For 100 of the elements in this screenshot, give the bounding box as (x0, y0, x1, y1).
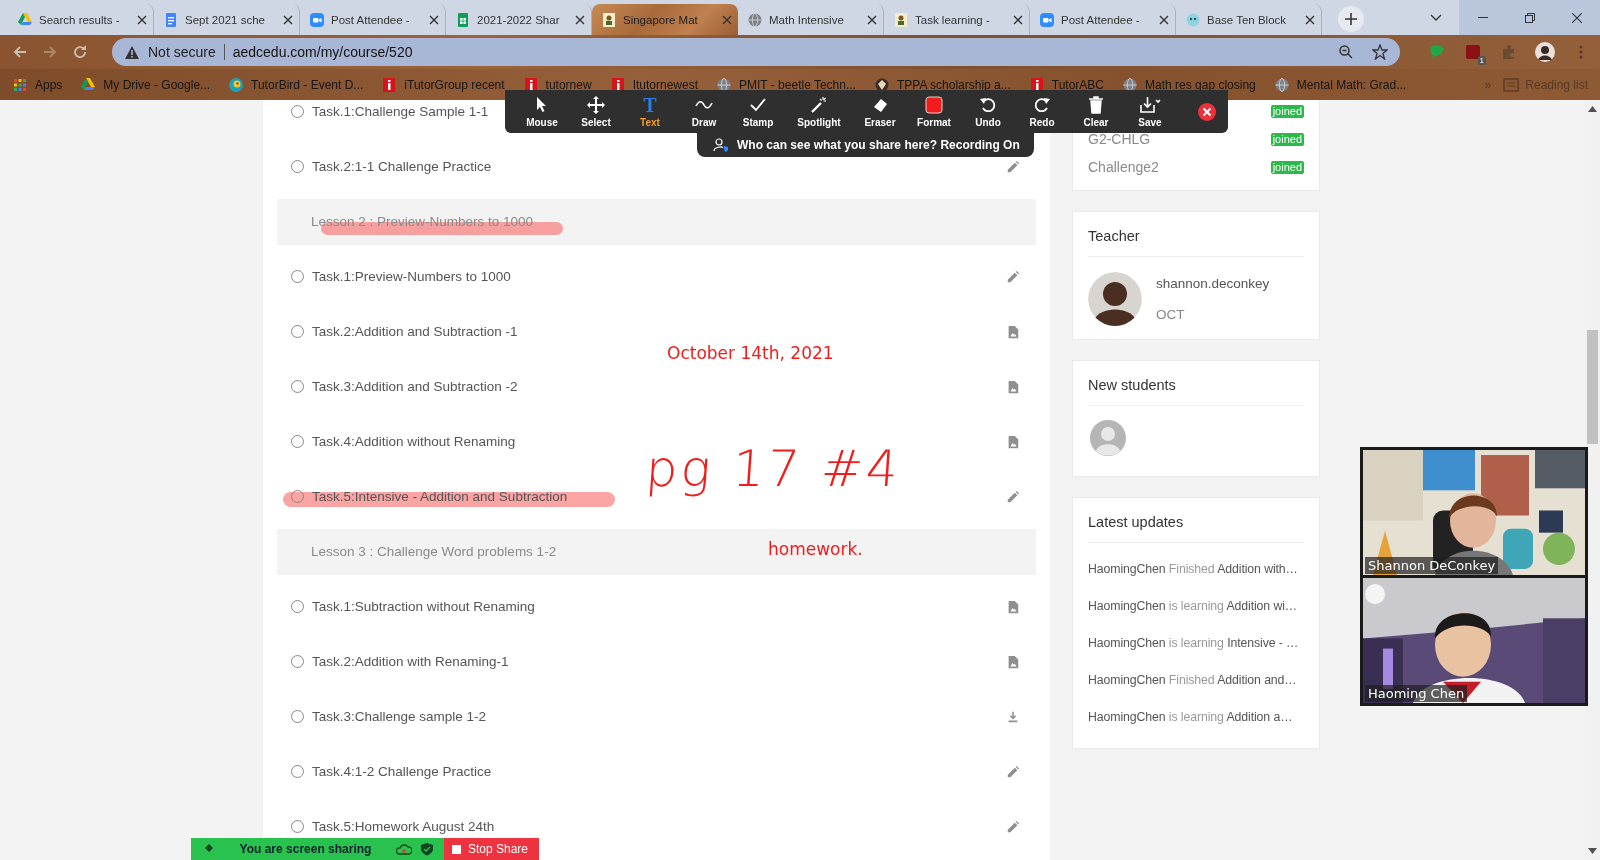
tool-button[interactable]: Clear (1069, 91, 1123, 132)
joined-badge: joined (1270, 160, 1304, 174)
card-title: Teacher (1088, 212, 1304, 257)
group-name[interactable]: Challenge2 (1088, 159, 1159, 175)
update-entry[interactable]: HaomingChen is learning Addition a… (1088, 699, 1304, 736)
letter-logo-icon (522, 76, 539, 93)
task-link[interactable]: Task.2:1-1 Challenge Practice (312, 159, 492, 174)
forward-arrow-icon[interactable] (42, 44, 58, 60)
triangle-logo-icon (80, 76, 97, 93)
tool-button[interactable]: Undo (961, 91, 1015, 132)
pencil-icon[interactable] (1006, 159, 1020, 174)
close-icon[interactable] (283, 14, 293, 25)
shield-icon[interactable] (420, 842, 434, 856)
back-arrow-icon[interactable] (12, 44, 28, 60)
task-link[interactable]: Task.2:Addition with Renaming-1 (312, 654, 509, 669)
globe-icon (1273, 76, 1290, 93)
text-tool-icon: T (643, 95, 657, 115)
image-file-icon[interactable] (1006, 434, 1020, 449)
lesson-title: Lesson 3 : Challenge Word problems 1-2 (311, 544, 557, 559)
participant-name: Shannon DeConkey (1365, 557, 1499, 574)
certificate-icon (601, 11, 617, 28)
task-link[interactable]: Task.2:Addition and Subtraction -1 (312, 324, 518, 339)
address-bar[interactable]: Not secure aedcedu.com/my/course/520 (112, 38, 1400, 66)
redo-icon (1032, 95, 1052, 115)
profile-avatar[interactable] (1534, 41, 1556, 63)
close-icon[interactable] (429, 14, 439, 25)
pencil-icon[interactable] (1006, 819, 1020, 834)
star-icon[interactable] (1372, 44, 1388, 60)
task-link[interactable]: Task.1:Subtraction without Renaming (312, 599, 535, 614)
document-icon (163, 11, 179, 28)
person-shield-icon (713, 137, 729, 153)
card-title: New students (1088, 361, 1304, 406)
task-link[interactable]: Task.4:1-2 Challenge Practice (312, 764, 492, 779)
letter-logo-icon (609, 76, 626, 93)
color-swatch-icon (924, 95, 944, 115)
tool-button[interactable]: Save (1123, 91, 1177, 132)
triangle-logo-icon (17, 11, 33, 28)
card-title: Latest updates (1088, 498, 1304, 543)
pencil-icon[interactable] (1006, 764, 1020, 779)
sharing-status-text: You are screen sharing (238, 842, 373, 856)
task-link[interactable]: Task.1:Preview-Numbers to 1000 (312, 269, 511, 284)
tool-button[interactable]: Redo (1015, 91, 1069, 132)
annotation-text: October 14th, 2021 (667, 343, 834, 363)
image-file-icon[interactable] (1006, 324, 1020, 339)
task-link[interactable]: Task.5:Homework August 24th (312, 819, 495, 834)
tool-button[interactable]: Mouse (515, 91, 569, 132)
security-label[interactable]: Not secure (148, 44, 216, 60)
reload-icon[interactable] (72, 44, 88, 60)
group-name[interactable]: G2-CHLG (1088, 131, 1151, 147)
image-file-icon[interactable] (1006, 654, 1020, 669)
certificate-icon (893, 11, 909, 28)
task-link[interactable]: Task.1:Challenge Sample 1-1 (312, 104, 489, 119)
restore-icon[interactable] (1524, 12, 1535, 23)
tool-button[interactable]: Draw (677, 91, 731, 132)
close-icon[interactable] (1305, 14, 1315, 25)
stop-share-button[interactable]: Stop Share (444, 838, 539, 860)
tool-button[interactable]: Spotlight (785, 91, 853, 132)
close-icon[interactable] (867, 14, 877, 25)
annotation-text: homework. (768, 539, 863, 559)
tool-button[interactable]: Stamp (731, 91, 785, 132)
url-text: aedcedu.com/my/course/520 (232, 44, 414, 60)
new-tab-button[interactable] (1338, 6, 1364, 32)
task-link[interactable]: Task.5:Intensive - Addition and Subtraction (312, 489, 568, 504)
participant-name: Haoming Chen (1365, 685, 1468, 702)
download-icon[interactable] (1006, 709, 1020, 724)
magic-wand-icon (809, 95, 829, 115)
task-link[interactable]: Task.3:Addition and Subtraction -2 (312, 379, 518, 394)
letter-logo-icon (381, 76, 398, 93)
chevron-down-icon[interactable] (1429, 13, 1442, 22)
close-icon[interactable] (137, 14, 147, 25)
close-icon[interactable] (1013, 14, 1023, 25)
browser-tab[interactable]: Singapore Mat (592, 4, 738, 35)
teacher-name: shannon.deconkey (1156, 276, 1270, 291)
pencil-icon[interactable] (1006, 269, 1020, 284)
pencil-icon[interactable] (1006, 489, 1020, 504)
task-link[interactable]: Task.3:Challenge sample 1-2 (312, 709, 487, 724)
user-silhouette-icon[interactable] (1090, 420, 1126, 456)
tool-button[interactable]: Format (907, 91, 961, 132)
task-link[interactable]: Task.4:Addition without Renaming (312, 434, 516, 449)
close-icon[interactable] (1571, 12, 1582, 23)
close-icon[interactable] (1159, 14, 1169, 25)
zoom-icon[interactable] (1338, 44, 1354, 60)
update-entry[interactable]: HaomingChen is learning Addition wi… (1088, 588, 1304, 625)
image-file-icon[interactable] (1006, 379, 1020, 394)
close-icon[interactable] (1198, 102, 1216, 121)
joined-badge: joined (1270, 104, 1304, 118)
tool-button[interactable]: T Text (623, 91, 677, 132)
update-entry[interactable]: HaomingChen is learning Intensive - … (1088, 625, 1304, 662)
close-icon[interactable] (575, 14, 585, 25)
update-entry[interactable]: HaomingChen Finished Addition with… (1088, 551, 1304, 588)
minimize-icon[interactable] (1477, 16, 1488, 19)
update-entry[interactable]: HaomingChen Finished Addition and… (1088, 662, 1304, 699)
recording-notice[interactable]: Who can see what you share here? Recording On (697, 133, 1034, 157)
letter-logo-icon (1028, 76, 1045, 93)
cloud-recording-icon[interactable] (396, 842, 412, 856)
bird-logo-icon (228, 76, 245, 93)
plus-icon[interactable] (1344, 12, 1358, 26)
tool-button[interactable]: Eraser (853, 91, 907, 132)
image-file-icon[interactable] (1006, 599, 1020, 614)
tool-button[interactable]: Select (569, 91, 623, 132)
